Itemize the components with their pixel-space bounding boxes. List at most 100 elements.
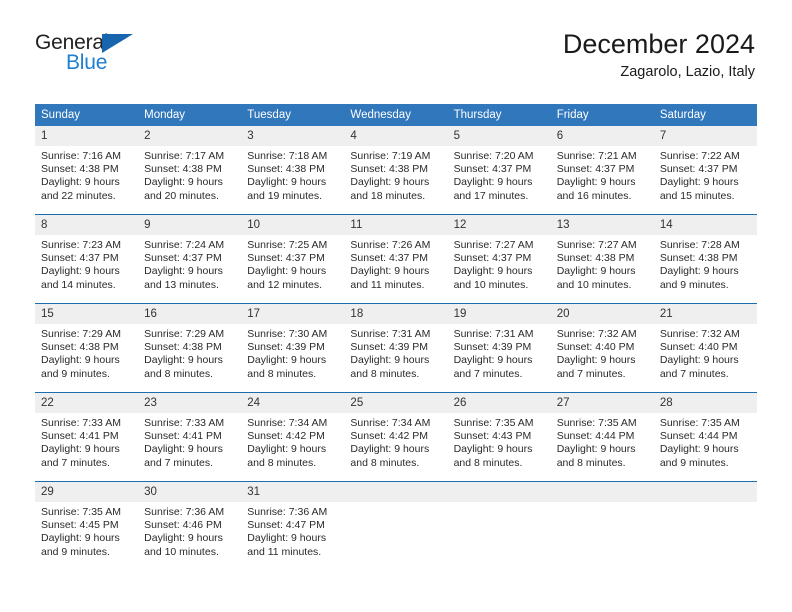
daylight-text-line2: and 7 minutes. [453,367,523,380]
day-cell[interactable]: 24 Sunrise: 7:34 AM Sunset: 4:42 PM Dayl… [241,392,345,482]
daylight-text-line2: and 9 minutes. [41,367,110,380]
day-details: Sunrise: 7:34 AM Sunset: 4:42 PM Dayligh… [344,413,447,470]
day-number: 31 [241,482,345,502]
day-cell[interactable]: 7 Sunrise: 7:22 AM Sunset: 4:37 PM Dayli… [653,126,757,215]
day-cell[interactable]: 3 Sunrise: 7:18 AM Sunset: 4:38 PM Dayli… [241,126,345,215]
day-number: 11 [344,215,448,235]
daylight-text-line1: Daylight: 9 hours [247,354,327,367]
day-cell[interactable]: 1 Sunrise: 7:16 AM Sunset: 4:38 PM Dayli… [35,126,139,215]
sunset-text: Sunset: 4:38 PM [41,341,119,354]
day-cell[interactable]: 14 Sunrise: 7:28 AM Sunset: 4:38 PM Dayl… [653,214,757,304]
day-number: 30 [138,482,242,502]
sunrise-text: Sunrise: 7:32 AM [556,328,637,340]
day-cell[interactable]: 31 Sunrise: 7:36 AM Sunset: 4:47 PM Dayl… [241,481,345,570]
daylight-text-line1: Daylight: 9 hours [350,443,430,456]
sunset-text: Sunset: 4:37 PM [453,163,532,176]
day-cell[interactable]: 29 Sunrise: 7:35 AM Sunset: 4:45 PM Dayl… [35,481,139,570]
day-cell[interactable]: 4 Sunrise: 7:19 AM Sunset: 4:38 PM Dayli… [344,126,448,215]
daylight-text-line2: and 11 minutes. [247,545,322,558]
day-number: 25 [344,393,448,413]
calendar-week-row: 8 Sunrise: 7:23 AM Sunset: 4:37 PM Dayli… [35,214,757,304]
day-cell[interactable]: 18 Sunrise: 7:31 AM Sunset: 4:39 PM Dayl… [344,303,448,393]
day-cell[interactable]: 10 Sunrise: 7:25 AM Sunset: 4:37 PM Dayl… [241,214,345,304]
daylight-text-line2: and 10 minutes. [144,545,219,558]
sunrise-text: Sunrise: 7:35 AM [659,417,740,429]
day-details: Sunrise: 7:30 AM Sunset: 4:39 PM Dayligh… [241,324,344,381]
day-details: Sunrise: 7:31 AM Sunset: 4:39 PM Dayligh… [344,324,447,381]
sunrise-text: Sunrise: 7:16 AM [41,150,121,162]
sunrise-text: Sunrise: 7:21 AM [556,150,637,162]
day-number: 1 [35,126,139,146]
day-cell[interactable]: 17 Sunrise: 7:30 AM Sunset: 4:39 PM Dayl… [241,303,345,393]
day-cell[interactable]: 16 Sunrise: 7:29 AM Sunset: 4:38 PM Dayl… [138,303,242,393]
day-details: Sunrise: 7:32 AM Sunset: 4:40 PM Dayligh… [551,324,654,381]
day-number: 16 [138,304,242,324]
day-number [550,482,654,502]
day-number: 2 [138,126,242,146]
calendar-week-row: 15 Sunrise: 7:29 AM Sunset: 4:38 PM Dayl… [35,303,757,393]
calendar-header-row-group: Sunday Monday Tuesday Wednesday Thursday… [35,104,757,126]
sunset-text: Sunset: 4:37 PM [41,252,119,265]
page-header: General Blue December 2024 Zagarolo, Laz… [0,0,792,80]
day-cell[interactable]: 9 Sunrise: 7:24 AM Sunset: 4:37 PM Dayli… [138,214,242,304]
day-cell[interactable]: 13 Sunrise: 7:27 AM Sunset: 4:38 PM Dayl… [550,214,654,304]
daylight-text-line2: and 10 minutes. [453,278,529,291]
day-cell[interactable]: 27 Sunrise: 7:35 AM Sunset: 4:44 PM Dayl… [550,392,654,482]
day-number: 19 [447,304,551,324]
day-number: 13 [550,215,654,235]
day-details: Sunrise: 7:35 AM Sunset: 4:43 PM Dayligh… [448,413,551,470]
day-cell-empty [344,481,448,570]
month-calendar-table: Sunday Monday Tuesday Wednesday Thursday… [35,104,757,570]
sunset-text: Sunset: 4:37 PM [144,252,222,265]
day-cell[interactable]: 28 Sunrise: 7:35 AM Sunset: 4:44 PM Dayl… [653,392,757,482]
day-cell[interactable]: 19 Sunrise: 7:31 AM Sunset: 4:39 PM Dayl… [447,303,551,393]
sunrise-text: Sunrise: 7:31 AM [350,328,431,340]
daylight-text-line2: and 8 minutes. [350,367,420,380]
day-cell[interactable]: 11 Sunrise: 7:26 AM Sunset: 4:37 PM Dayl… [344,214,448,304]
daylight-text-line1: Daylight: 9 hours [41,443,120,456]
daylight-text-line1: Daylight: 9 hours [556,354,636,367]
sunset-text: Sunset: 4:44 PM [659,430,738,443]
daylight-text-line2: and 8 minutes. [247,367,317,380]
title-block: December 2024 Zagarolo, Lazio, Italy [563,29,757,81]
day-details: Sunrise: 7:29 AM Sunset: 4:38 PM Dayligh… [35,324,138,381]
sunset-text: Sunset: 4:38 PM [659,252,738,265]
day-cell[interactable]: 22 Sunrise: 7:33 AM Sunset: 4:41 PM Dayl… [35,392,139,482]
day-number: 3 [241,126,345,146]
day-cell[interactable]: 30 Sunrise: 7:36 AM Sunset: 4:46 PM Dayl… [138,481,242,570]
day-cell[interactable]: 8 Sunrise: 7:23 AM Sunset: 4:37 PM Dayli… [35,214,139,304]
sunrise-text: Sunrise: 7:29 AM [41,328,121,340]
day-cell[interactable]: 2 Sunrise: 7:17 AM Sunset: 4:38 PM Dayli… [138,126,242,215]
weekday-header-monday: Monday [138,104,242,126]
daylight-text-line1: Daylight: 9 hours [144,354,223,367]
sunset-text: Sunset: 4:40 PM [659,341,738,354]
day-details: Sunrise: 7:35 AM Sunset: 4:44 PM Dayligh… [551,413,654,470]
daylight-text-line2: and 9 minutes. [41,545,110,558]
weekday-header-thursday: Thursday [447,104,551,126]
day-details: Sunrise: 7:32 AM Sunset: 4:40 PM Dayligh… [654,324,757,381]
day-cell[interactable]: 15 Sunrise: 7:29 AM Sunset: 4:38 PM Dayl… [35,303,139,393]
day-cell[interactable]: 25 Sunrise: 7:34 AM Sunset: 4:42 PM Dayl… [344,392,448,482]
day-cell[interactable]: 26 Sunrise: 7:35 AM Sunset: 4:43 PM Dayl… [447,392,551,482]
day-cell[interactable]: 12 Sunrise: 7:27 AM Sunset: 4:37 PM Dayl… [447,214,551,304]
daylight-text-line2: and 7 minutes. [556,367,626,380]
sunset-text: Sunset: 4:38 PM [247,163,325,176]
sunrise-text: Sunrise: 7:33 AM [41,417,121,429]
daylight-text-line1: Daylight: 9 hours [350,176,430,189]
sunrise-text: Sunrise: 7:35 AM [41,506,121,518]
day-number: 5 [447,126,551,146]
day-cell[interactable]: 23 Sunrise: 7:33 AM Sunset: 4:41 PM Dayl… [138,392,242,482]
sunrise-text: Sunrise: 7:32 AM [659,328,740,340]
day-number: 14 [653,215,757,235]
daylight-text-line1: Daylight: 9 hours [144,265,223,278]
sunset-text: Sunset: 4:37 PM [247,252,325,265]
sunrise-text: Sunrise: 7:17 AM [144,150,225,162]
general-blue-logo[interactable]: General Blue [35,30,145,76]
sunrise-text: Sunrise: 7:27 AM [556,239,637,251]
weekday-header-row: Sunday Monday Tuesday Wednesday Thursday… [35,104,757,126]
day-cell[interactable]: 5 Sunrise: 7:20 AM Sunset: 4:37 PM Dayli… [447,126,551,215]
sunset-text: Sunset: 4:42 PM [247,430,325,443]
day-cell[interactable]: 21 Sunrise: 7:32 AM Sunset: 4:40 PM Dayl… [653,303,757,393]
day-cell[interactable]: 6 Sunrise: 7:21 AM Sunset: 4:37 PM Dayli… [550,126,654,215]
day-cell[interactable]: 20 Sunrise: 7:32 AM Sunset: 4:40 PM Dayl… [550,303,654,393]
